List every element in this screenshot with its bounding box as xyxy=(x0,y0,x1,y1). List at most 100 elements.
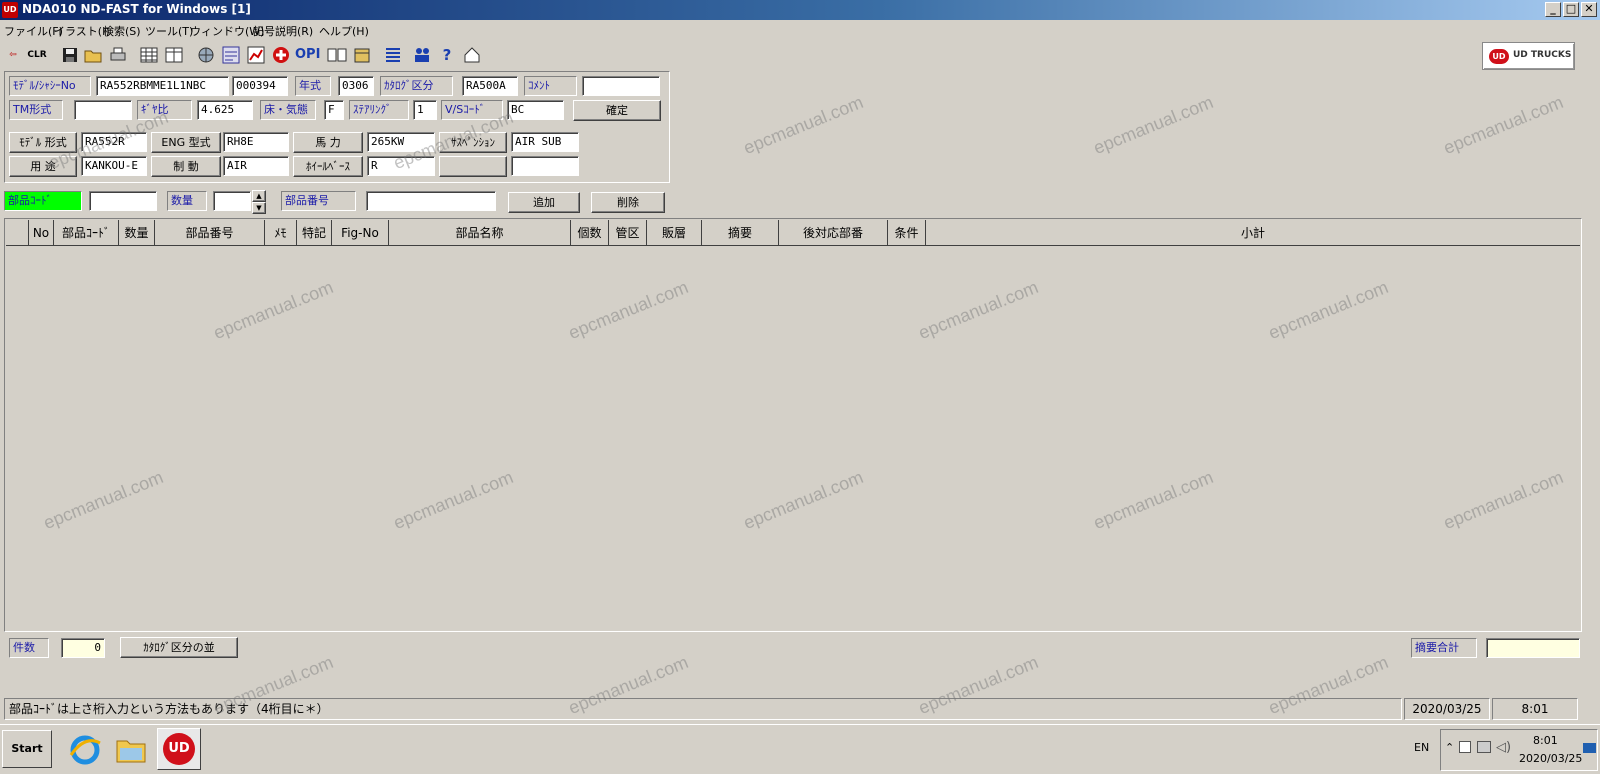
col-memo[interactable]: ﾒﾓ xyxy=(265,220,297,246)
suspension-button[interactable]: ｻｽﾍﾟﾝｼｮﾝ xyxy=(439,132,507,153)
plus-icon[interactable] xyxy=(270,43,292,65)
clear-icon[interactable]: CLR xyxy=(26,43,48,65)
menu-illust[interactable]: イラスト(I) xyxy=(54,23,110,39)
status-bar: 部品ｺｰﾄﾞは上さ桁入力という方法もあります（4桁目に＊） 2020/03/25… xyxy=(4,698,1596,720)
year-field[interactable]: 0306 xyxy=(338,76,374,96)
col-fig-no[interactable]: Fig-No xyxy=(332,220,389,246)
maximize-button[interactable]: □ xyxy=(1563,2,1579,17)
menu-symbols[interactable]: 記号説明(R) xyxy=(253,23,313,39)
globe-icon[interactable] xyxy=(195,43,217,65)
open-folder-icon[interactable] xyxy=(82,43,104,65)
grid-icon[interactable] xyxy=(138,43,160,65)
home-icon[interactable] xyxy=(461,43,483,65)
catalog-sort-button[interactable]: ｶﾀﾛｸﾞ区分の並 xyxy=(120,637,238,658)
menu-search[interactable]: 検索(S) xyxy=(103,23,141,39)
blank-field[interactable] xyxy=(511,156,579,176)
brake-button[interactable]: 制 動 xyxy=(151,156,221,177)
internet-explorer-icon[interactable] xyxy=(68,733,102,767)
col-count[interactable]: 個数 xyxy=(571,220,609,246)
row-selector-header[interactable] xyxy=(6,220,29,246)
floor-climate-field[interactable]: F xyxy=(324,100,344,120)
year-label: 年式 xyxy=(295,76,331,96)
confirm-button[interactable]: 確定 xyxy=(573,100,661,121)
save-icon[interactable] xyxy=(59,43,81,65)
col-part-number[interactable]: 部品番号 xyxy=(155,220,265,246)
tray-chevron-icon[interactable]: ⌃ xyxy=(1445,741,1454,754)
col-quantity[interactable]: 数量 xyxy=(119,220,155,246)
part-code-input[interactable] xyxy=(89,191,157,211)
chart-icon[interactable] xyxy=(245,43,267,65)
col-summary[interactable]: 摘要 xyxy=(702,220,779,246)
delete-button[interactable]: 削除 xyxy=(591,192,665,213)
col-replacement-part[interactable]: 後対応部番 xyxy=(779,220,888,246)
volume-icon[interactable]: ◁) xyxy=(1496,740,1511,755)
horsepower-field[interactable]: 265KW xyxy=(367,132,435,152)
serial-field[interactable]: 000394 xyxy=(232,76,288,96)
suspension-field[interactable]: AIR SUB xyxy=(511,132,579,152)
steering-label: ｽﾃｱﾘﾝｸﾞ xyxy=(349,100,409,120)
catalog-icon[interactable] xyxy=(220,43,242,65)
catalog-class-field[interactable]: RA500A xyxy=(462,76,518,96)
start-button[interactable]: Start xyxy=(2,730,52,768)
minimize-button[interactable]: _ xyxy=(1545,2,1561,17)
col-sales-tier[interactable]: 販層 xyxy=(647,220,702,246)
part-number-input[interactable] xyxy=(366,191,496,211)
quantity-up-button[interactable]: ▲ xyxy=(252,190,266,202)
col-condition[interactable]: 条件 xyxy=(888,220,926,246)
close-button[interactable]: ✕ xyxy=(1581,2,1597,17)
comment-field[interactable] xyxy=(582,76,660,96)
model-type-field[interactable]: RA552R xyxy=(81,132,147,152)
book-icon[interactable] xyxy=(326,43,348,65)
wheelbase-field[interactable]: R xyxy=(367,156,435,176)
archive-icon[interactable] xyxy=(351,43,373,65)
add-button[interactable]: 追加 xyxy=(508,192,580,213)
action-center-icon[interactable] xyxy=(1459,741,1471,753)
eng-type-button[interactable]: ENG 型式 xyxy=(151,132,221,153)
network-icon[interactable] xyxy=(1477,741,1491,753)
parts-table[interactable]: No 部品ｺｰﾄﾞ 数量 部品番号 ﾒﾓ 特記 Fig-No 部品名称 個数 管… xyxy=(4,218,1582,632)
gear-ratio-field[interactable]: 4.625 xyxy=(197,100,253,120)
model-chassis-field[interactable]: RA552RBMME1L1NBC xyxy=(96,76,229,96)
window-title: NDA010 ND-FAST for Windows [1] xyxy=(22,2,251,16)
app-icon: UD xyxy=(2,2,18,18)
quantity-down-button[interactable]: ▼ xyxy=(252,202,266,214)
model-chassis-label: ﾓﾃﾞﾙ/ｼｬｼｰNo xyxy=(9,76,91,96)
col-district[interactable]: 管区 xyxy=(609,220,647,246)
clock-date[interactable]: 2020/03/25 xyxy=(1519,752,1582,765)
clock-time[interactable]: 8:01 xyxy=(1533,734,1558,747)
list-icon[interactable] xyxy=(382,43,404,65)
comment-label: ｺﾒﾝﾄ xyxy=(524,76,577,96)
watermark: epcmanual.com xyxy=(1090,91,1217,159)
menu-help[interactable]: ヘルプ(H) xyxy=(319,23,369,39)
usage-button[interactable]: 用 途 xyxy=(9,156,77,177)
language-indicator[interactable]: EN xyxy=(1414,741,1429,754)
tm-type-field[interactable] xyxy=(74,100,132,120)
wheelbase-button[interactable]: ﾎｲｰﾙﾍﾞｰｽ xyxy=(293,156,363,177)
usage-field[interactable]: KANKOU-E xyxy=(81,156,147,176)
quantity-input[interactable] xyxy=(213,191,251,211)
people-icon[interactable] xyxy=(411,43,433,65)
col-part-code[interactable]: 部品ｺｰﾄﾞ xyxy=(54,220,119,246)
col-subtotal[interactable]: 小計 xyxy=(926,220,1580,246)
exit-icon[interactable]: ⇦ xyxy=(2,43,24,65)
vs-code-field[interactable]: BC xyxy=(507,100,564,120)
brake-field[interactable]: AIR xyxy=(223,156,289,176)
show-desktop-icon[interactable] xyxy=(1583,743,1596,753)
col-special-note[interactable]: 特記 xyxy=(297,220,332,246)
print-icon[interactable] xyxy=(107,43,129,65)
table-icon[interactable] xyxy=(163,43,185,65)
horsepower-button[interactable]: 馬 力 xyxy=(293,132,363,153)
col-no[interactable]: No xyxy=(29,220,54,246)
ud-app-taskbar-button[interactable]: UD xyxy=(157,728,201,770)
opi-icon[interactable]: OPI xyxy=(294,43,320,65)
col-part-name[interactable]: 部品名称 xyxy=(389,220,571,246)
model-type-button[interactable]: ﾓﾃﾞﾙ 形式 xyxy=(9,132,77,153)
eng-type-field[interactable]: RH8E xyxy=(223,132,289,152)
file-explorer-icon[interactable] xyxy=(114,733,148,767)
ud-trucks-logo: UD UD TRUCKS xyxy=(1482,42,1575,70)
steering-field[interactable]: 1 xyxy=(413,100,437,120)
part-code-label: 部品ｺｰﾄﾞ xyxy=(4,191,82,211)
blank-button[interactable] xyxy=(439,156,507,177)
menu-tools[interactable]: ツール(T) xyxy=(145,23,193,39)
help-icon[interactable]: ? xyxy=(436,43,458,65)
